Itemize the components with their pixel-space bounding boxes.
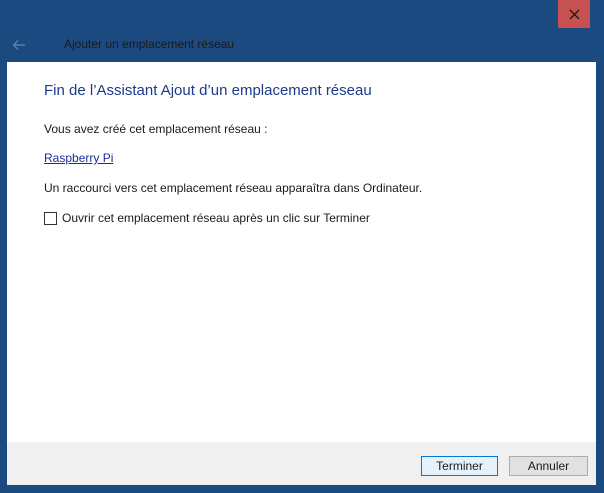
created-text: Vous avez créé cet emplacement réseau :: [44, 122, 268, 136]
page-heading: Fin de l’Assistant Ajout d’un emplacemen…: [44, 82, 372, 99]
checkbox-unchecked-icon[interactable]: [44, 211, 57, 225]
network-location-link[interactable]: Raspberry Pi: [44, 151, 113, 165]
dialog-title: Ajouter un emplacement réseau: [64, 37, 235, 51]
wizard-content: Fin de l’Assistant Ajout d’un emplacemen…: [7, 62, 596, 442]
shortcut-text: Un raccourci vers cet emplacement réseau…: [44, 181, 423, 195]
open-location-option[interactable]: Ouvrir cet emplacement réseau après un c…: [44, 211, 370, 225]
back-button[interactable]: [8, 35, 30, 55]
open-location-checkbox-label: Ouvrir cet emplacement réseau après un c…: [62, 211, 370, 225]
close-button[interactable]: [558, 0, 590, 28]
wizard-window: Ajouter un emplacement réseau Fin de l’A…: [0, 0, 604, 493]
wizard-footer: Terminer Annuler: [7, 442, 596, 485]
finish-button[interactable]: Terminer: [421, 456, 498, 476]
back-arrow-icon: [12, 40, 25, 50]
cancel-button[interactable]: Annuler: [509, 456, 588, 476]
wizard-header: Ajouter un emplacement réseau: [0, 28, 604, 62]
close-icon: [569, 9, 579, 19]
